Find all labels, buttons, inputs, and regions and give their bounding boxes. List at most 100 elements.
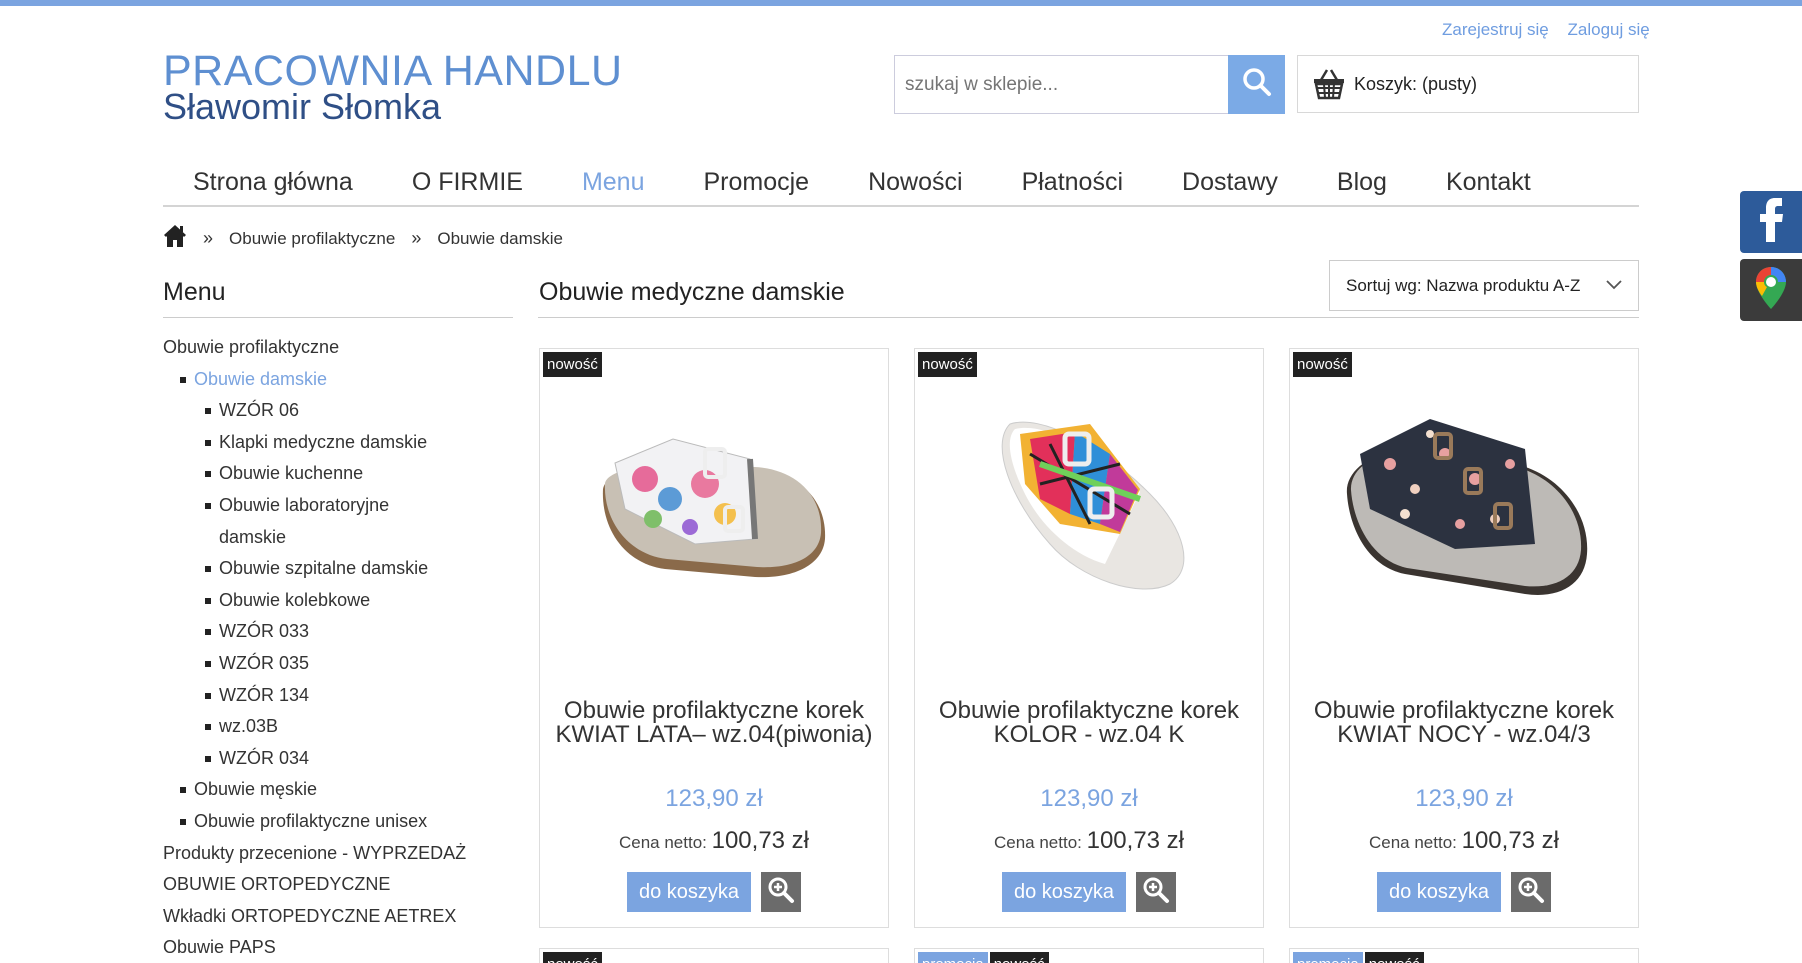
nav-blog[interactable]: Blog: [1337, 156, 1387, 205]
subcategory-item[interactable]: WZÓR 034: [163, 743, 513, 775]
category-item[interactable]: Wkładki ORTOPEDYCZNE AETREX: [163, 901, 513, 933]
promo-badge: promocja: [918, 952, 988, 963]
breadcrumb-separator: »: [203, 228, 214, 248]
search-bar: [894, 55, 1285, 114]
new-badge: nowość: [989, 952, 1049, 963]
product-name[interactable]: Obuwie profilaktyczne korek KOLOR - wz.0…: [925, 699, 1253, 747]
add-to-cart-button[interactable]: do koszyka: [1377, 872, 1501, 912]
nav-promotions[interactable]: Promocje: [703, 156, 809, 205]
product-image[interactable]: [945, 389, 1235, 619]
subcategory-item[interactable]: WZÓR 134: [163, 680, 513, 712]
facebook-button[interactable]: [1740, 191, 1802, 253]
new-badge: nowość: [1293, 352, 1352, 377]
product-price: 123,90 zł: [1040, 785, 1138, 812]
product-card[interactable]: nowość: [539, 948, 889, 963]
new-badge: nowość: [1364, 952, 1424, 963]
search-input[interactable]: [894, 55, 1228, 114]
product-image[interactable]: [1320, 389, 1610, 619]
subcategory-item[interactable]: wz.03B: [163, 711, 513, 743]
nav-home[interactable]: Strona główna: [193, 156, 353, 205]
cart-label: Koszyk: (pusty): [1354, 73, 1478, 94]
new-badge: nowość: [543, 352, 602, 377]
breadcrumb-separator: »: [411, 228, 422, 248]
subcategory-item[interactable]: Obuwie kolebkowe: [163, 585, 513, 617]
nav-company[interactable]: O FIRMIE: [412, 156, 523, 205]
subcategory-item[interactable]: WZÓR 033: [163, 616, 513, 648]
product-image[interactable]: [570, 389, 860, 619]
account-links: Zarejestruj się Zaloguj się: [1428, 20, 1650, 40]
nav-new[interactable]: Nowości: [868, 156, 962, 205]
category-item[interactable]: Obuwie profilaktyczne: [163, 332, 513, 364]
category-item[interactable]: Produkty przecenione - WYPRZEDAŻ: [163, 838, 513, 870]
register-link[interactable]: Zarejestruj się: [1442, 20, 1549, 39]
new-badge: nowość: [918, 352, 977, 377]
breadcrumb-item[interactable]: Obuwie profilaktyczne: [229, 229, 395, 249]
product-card[interactable]: promocja nowość: [914, 948, 1264, 963]
google-maps-button[interactable]: [1740, 259, 1802, 321]
product-card[interactable]: promocja nowość: [1289, 948, 1639, 963]
login-link[interactable]: Zaloguj się: [1568, 20, 1650, 39]
category-label: Obuwie damskie: [194, 368, 328, 389]
product-price: 123,90 zł: [1415, 785, 1513, 812]
product-net-price: Cena netto: 100,73 zł: [540, 827, 888, 855]
category-item[interactable]: Obuwie damskie: [163, 364, 513, 396]
product-actions: do koszyka: [540, 872, 888, 912]
product-name[interactable]: Obuwie profilaktyczne korek KWIAT NOCY -…: [1300, 699, 1628, 747]
home-icon[interactable]: [163, 224, 187, 253]
subcategory-label: Obuwie laboratoryjne damskie: [219, 494, 390, 547]
net-price-label: Cena netto:: [993, 833, 1082, 852]
category-item[interactable]: Obuwie PAPS: [163, 932, 513, 963]
category-item[interactable]: Obuwie profilaktyczne unisex: [163, 806, 513, 838]
category-item[interactable]: Obuwie męskie: [163, 774, 513, 806]
sort-select[interactable]: Sortuj wg: Nazwa produktu A-Z: [1329, 260, 1639, 311]
main-nav: Strona główna O FIRMIE Menu Promocje Now…: [163, 156, 1639, 207]
subcategory-item[interactable]: Klapki medyczne damskie: [163, 427, 513, 459]
net-price-value: 100,73 zł: [1086, 827, 1185, 854]
product-tags: promocja nowość: [1293, 952, 1424, 963]
product-tags: nowość: [543, 952, 602, 963]
product-net-price: Cena netto: 100,73 zł: [1290, 827, 1638, 855]
product-card[interactable]: nowość Obuwie profilaktyczne korek KWIAT…: [1289, 348, 1639, 928]
search-icon: [1242, 67, 1272, 102]
zoom-in-icon: [1517, 876, 1545, 909]
basket-icon: [1312, 68, 1346, 100]
net-price-value: 100,73 zł: [711, 827, 810, 854]
add-to-cart-button[interactable]: do koszyka: [627, 872, 751, 912]
promo-badge: promocja: [1293, 952, 1363, 963]
product-name[interactable]: Obuwie profilaktyczne korek KWIAT LATA– …: [550, 699, 878, 747]
top-accent-bar: [0, 0, 1802, 6]
category-sidebar: Menu Obuwie profilaktyczne Obuwie damski…: [163, 278, 513, 963]
category-label: Obuwie męskie: [194, 779, 318, 800]
product-listing: Obuwie medyczne damskie Sortuj wg: Nazwa…: [538, 260, 1639, 318]
zoom-button[interactable]: [761, 872, 801, 912]
store-logo[interactable]: PRACOWNIA HANDLU Sławomir Słomka: [163, 50, 623, 125]
search-button[interactable]: [1228, 55, 1285, 114]
product-card[interactable]: nowość Obuwie profilaktyczne korek KWIAT…: [539, 348, 889, 928]
subcategory-item[interactable]: WZÓR 035: [163, 648, 513, 680]
page-title: Obuwie medyczne damskie: [539, 278, 845, 306]
nav-contact[interactable]: Kontakt: [1446, 156, 1531, 205]
sort-label: Sortuj wg: Nazwa produktu A-Z: [1346, 275, 1581, 295]
cart-widget[interactable]: Koszyk: (pusty): [1297, 55, 1639, 113]
subcategory-item[interactable]: Obuwie szpitalne damskie: [163, 553, 513, 585]
nav-delivery[interactable]: Dostawy: [1182, 156, 1278, 205]
product-tags: promocja nowość: [918, 952, 1049, 963]
net-price-value: 100,73 zł: [1461, 827, 1560, 854]
subcategory-item[interactable]: WZÓR 06: [163, 395, 513, 427]
subcategory-item[interactable]: Obuwie laboratoryjne damskie: [163, 490, 513, 553]
net-price-label: Cena netto:: [1368, 833, 1457, 852]
product-actions: do koszyka: [1290, 872, 1638, 912]
category-list: Obuwie profilaktyczne Obuwie damskie WZÓ…: [163, 332, 513, 963]
add-to-cart-button[interactable]: do koszyka: [1002, 872, 1126, 912]
product-card[interactable]: nowość Obuwie profilaktyczne korek KOLOR…: [914, 348, 1264, 928]
zoom-button[interactable]: [1511, 872, 1551, 912]
subcategory-item[interactable]: Obuwie kuchenne: [163, 458, 513, 490]
map-pin-icon: [1754, 265, 1788, 316]
zoom-button[interactable]: [1136, 872, 1176, 912]
nav-payments[interactable]: Płatności: [1022, 156, 1123, 205]
product-net-price: Cena netto: 100,73 zł: [915, 827, 1263, 855]
breadcrumb-current: Obuwie damskie: [437, 228, 564, 248]
nav-menu[interactable]: Menu: [582, 156, 645, 205]
sidebar-title: Menu: [163, 278, 513, 318]
category-item[interactable]: OBUWIE ORTOPEDYCZNE: [163, 869, 513, 901]
